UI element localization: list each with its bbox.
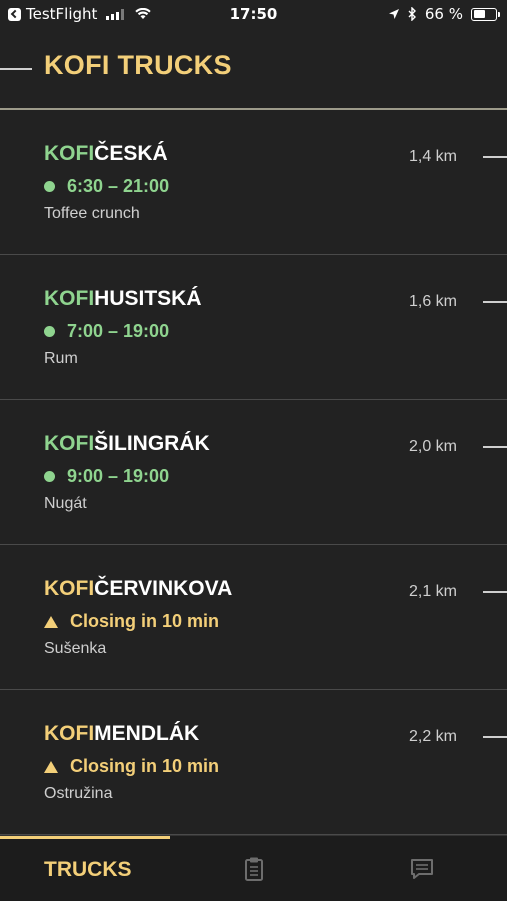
- truck-name: KOFIČESKÁ: [44, 142, 168, 166]
- truck-status: Closing in 10 min: [44, 611, 219, 632]
- detail-line-icon: [483, 736, 507, 738]
- open-status-dot-icon: [44, 326, 55, 337]
- truck-distance: 1,4 km: [408, 148, 457, 165]
- truck-flavor: Ostružina: [44, 785, 113, 802]
- truck-list-item[interactable]: KOFIČESKÁ 6:30 – 21:00 Toffee crunch 1,4 km: [0, 110, 507, 255]
- truck-location: MENDLÁK: [94, 722, 200, 745]
- truck-list: KOFIČESKÁ 6:30 – 21:00 Toffee crunch 1,4 km…: [0, 110, 507, 835]
- detail-line-icon: [483, 301, 507, 303]
- app-header: KOFI TRUCKS: [0, 28, 507, 110]
- truck-status-text: 9:00 – 19:00: [67, 466, 170, 486]
- truck-name: KOFIHUSITSKÁ: [44, 287, 202, 311]
- truck-brand: KOFI: [44, 142, 95, 165]
- bluetooth-icon: [408, 7, 416, 21]
- truck-location: ČERVINKOVA: [94, 577, 233, 600]
- chat-icon[interactable]: [410, 856, 434, 882]
- location-arrow-icon: [388, 9, 399, 19]
- truck-list-item[interactable]: KOFIČERVINKOVA Closing in 10 min Sušenka 2,…: [0, 545, 507, 690]
- page-title: KOFI TRUCKS: [44, 50, 232, 80]
- open-status-dot-icon: [44, 471, 55, 482]
- truck-status-text: Closing in 10 min: [70, 756, 220, 776]
- truck-list-item[interactable]: KOFIHUSITSKÁ 7:00 – 19:00 Rum 1,6 km: [0, 255, 507, 400]
- truck-flavor: Nugát: [44, 495, 87, 512]
- truck-flavor: Sušenka: [44, 640, 107, 657]
- truck-flavor: Toffee crunch: [44, 205, 140, 222]
- truck-brand: KOFI: [44, 432, 95, 455]
- truck-name: KOFIČERVINKOVA: [44, 577, 232, 601]
- truck-brand: KOFI: [44, 577, 95, 600]
- truck-list-item[interactable]: KOFIMENDLÁK Closing in 10 min Ostružina 2,2…: [0, 690, 507, 835]
- truck-brand: KOFI: [44, 287, 95, 310]
- tab-trucks[interactable]: TRUCKS: [44, 858, 132, 882]
- truck-location: ČESKÁ: [94, 142, 168, 165]
- truck-status: 7:00 – 19:00: [44, 321, 169, 342]
- battery-fill: [473, 10, 486, 18]
- battery-icon: [471, 7, 500, 21]
- truck-status-text: 7:00 – 19:00: [67, 321, 170, 341]
- truck-status: 9:00 – 19:00: [44, 466, 169, 487]
- truck-location: ŠILINGRÁK: [94, 432, 210, 455]
- status-bar-right: 66 %: [388, 5, 500, 23]
- detail-line-icon: [483, 446, 507, 448]
- menu-line-icon[interactable]: [0, 68, 32, 70]
- truck-distance: 2,1 km: [408, 583, 457, 600]
- detail-line-icon: [483, 156, 507, 158]
- detail-line-icon: [483, 591, 507, 593]
- truck-brand: KOFI: [44, 722, 95, 745]
- status-bar: TestFlight 17:50 66 %: [0, 0, 507, 28]
- warning-triangle-icon: [44, 615, 58, 628]
- tab-bar: TRUCKS: [0, 835, 507, 901]
- truck-distance: 1,6 km: [408, 293, 457, 310]
- truck-name: KOFIMENDLÁK: [44, 722, 199, 746]
- truck-flavor: Rum: [44, 350, 78, 367]
- battery-percent: 66 %: [424, 5, 463, 23]
- warning-triangle-icon: [44, 760, 58, 773]
- truck-status-text: Closing in 10 min: [70, 611, 220, 631]
- truck-status: Closing in 10 min: [44, 756, 219, 777]
- truck-status-text: 6:30 – 21:00: [67, 176, 170, 196]
- truck-distance: 2,2 km: [408, 728, 457, 745]
- truck-distance: 2,0 km: [408, 438, 457, 455]
- open-status-dot-icon: [44, 181, 55, 192]
- truck-location: HUSITSKÁ: [94, 287, 202, 310]
- clipboard-icon[interactable]: [242, 856, 266, 882]
- truck-list-item[interactable]: KOFIŠILINGRÁK 9:00 – 19:00 Nugát 2,0 km: [0, 400, 507, 545]
- truck-name: KOFIŠILINGRÁK: [44, 432, 210, 456]
- active-tab-indicator: [0, 836, 170, 839]
- truck-status: 6:30 – 21:00: [44, 176, 169, 197]
